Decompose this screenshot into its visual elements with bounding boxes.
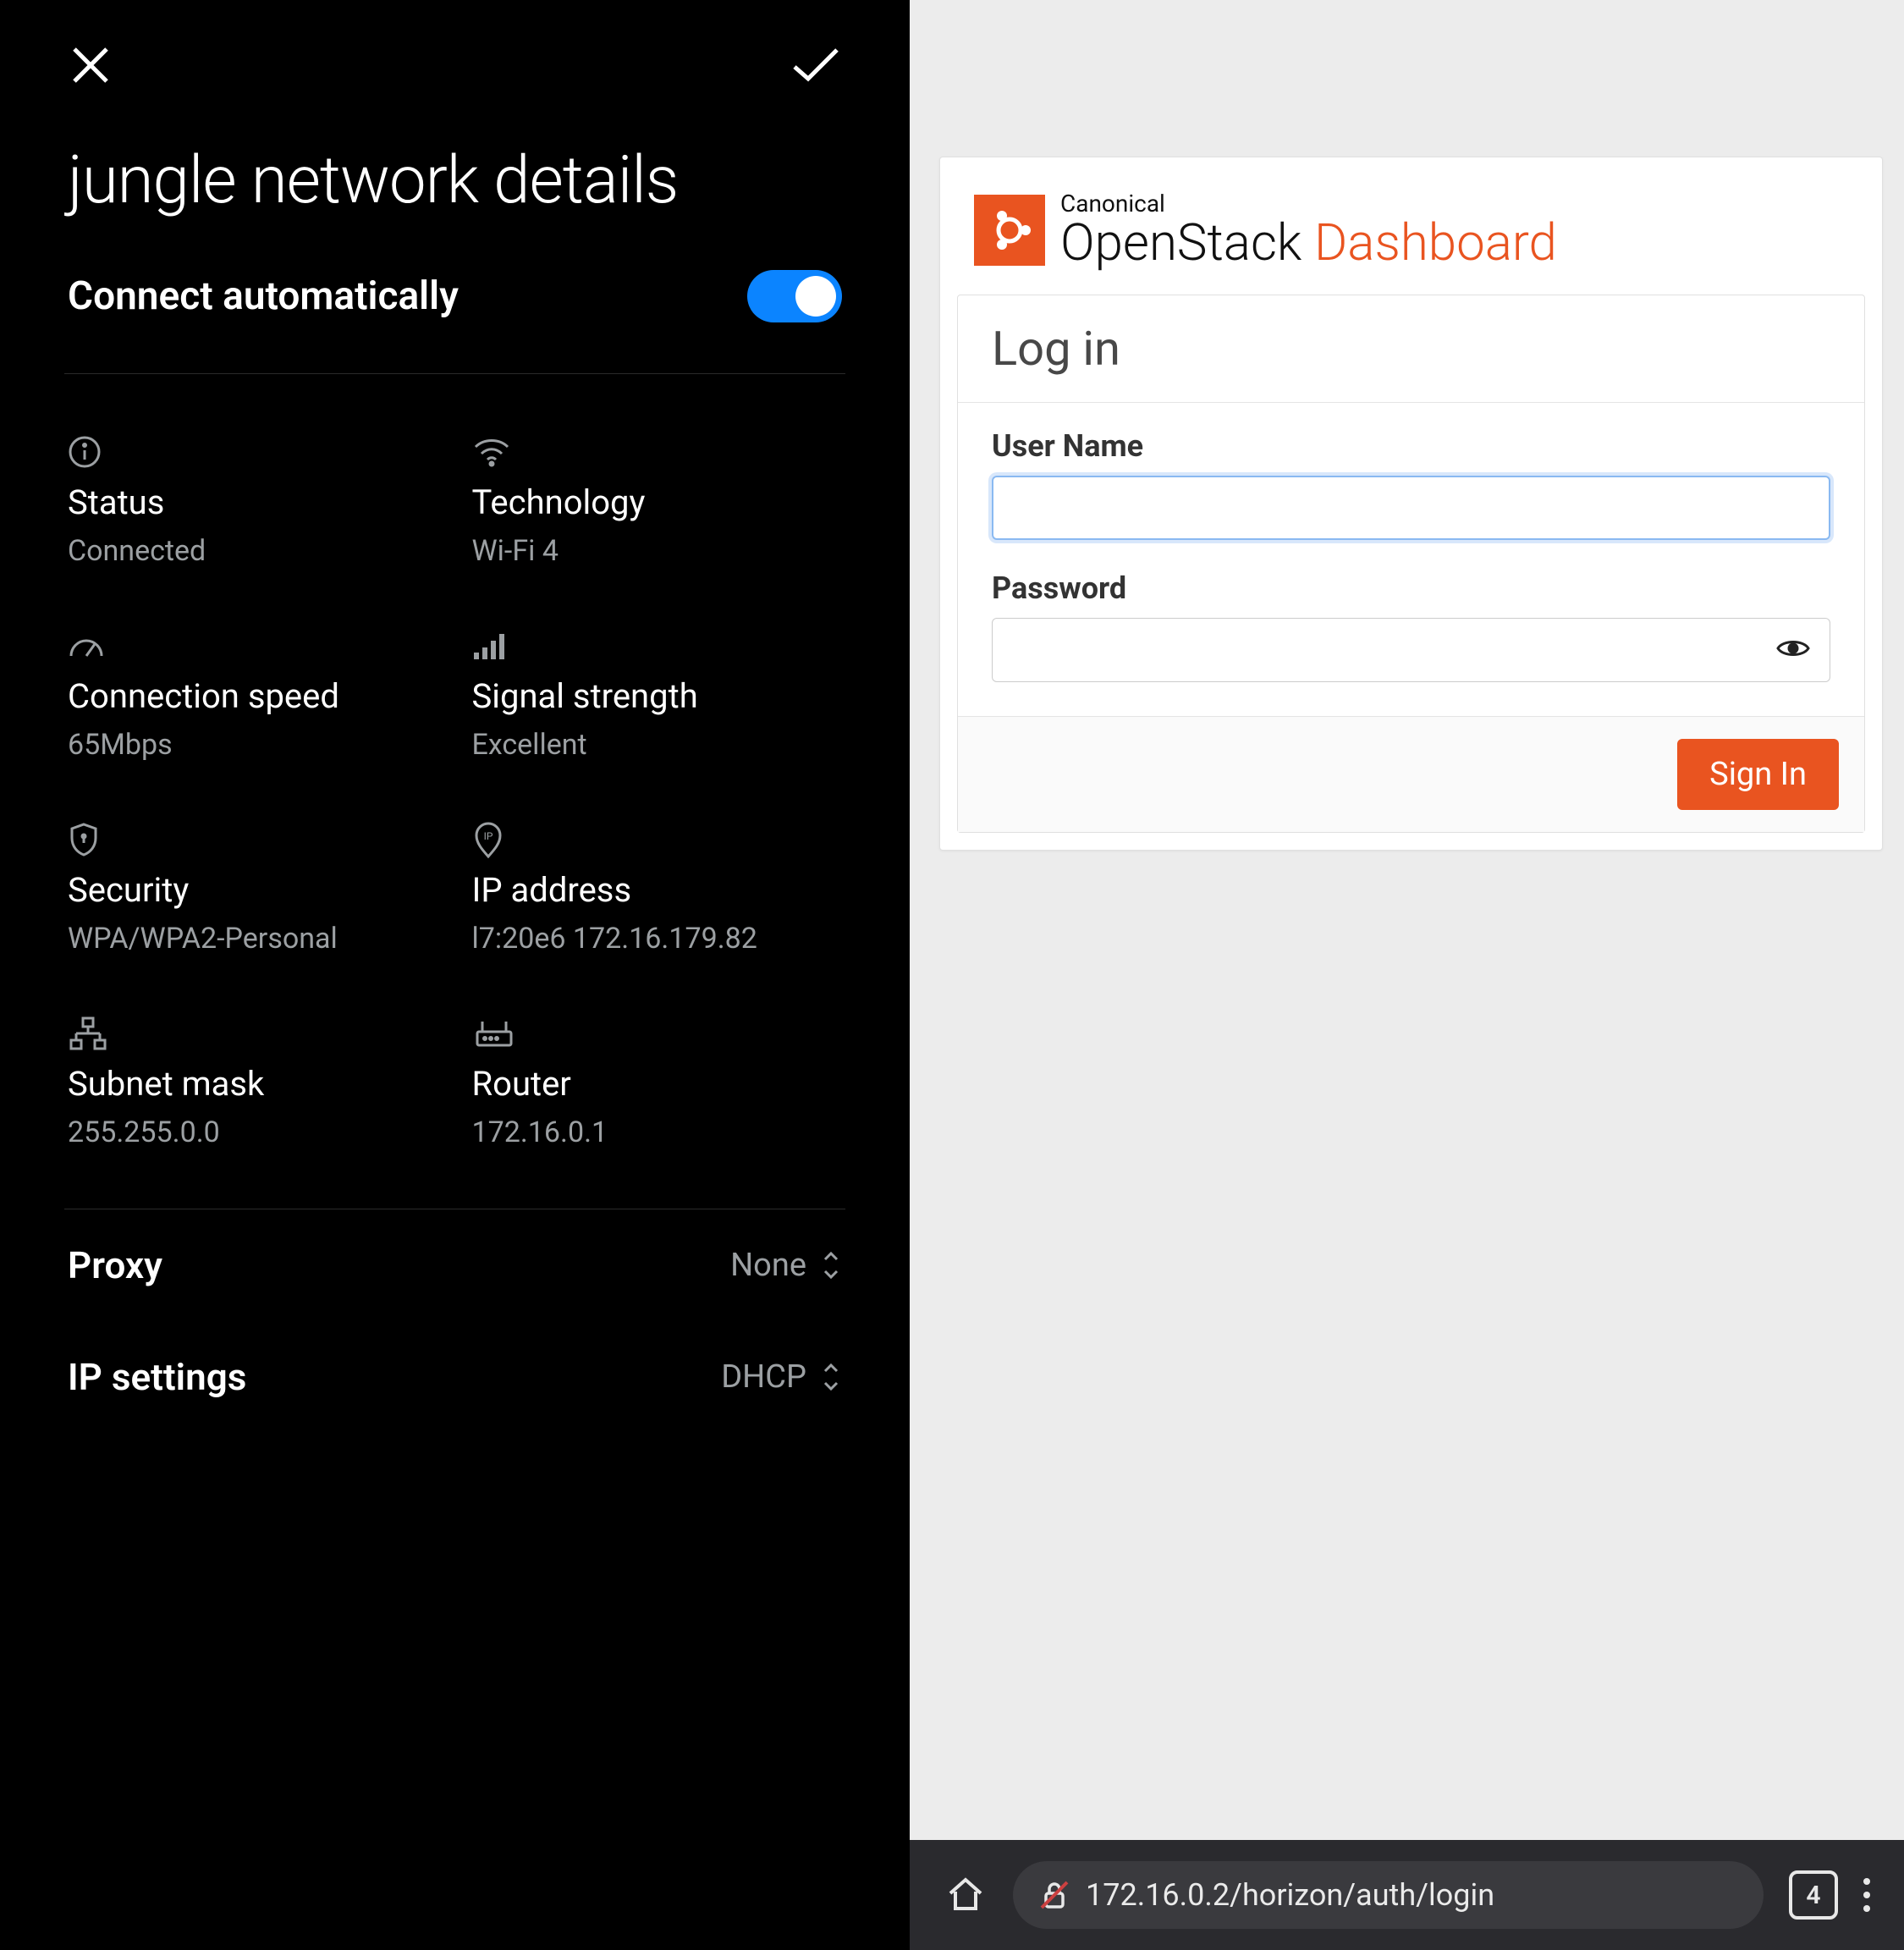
stat-technology: Technology Wi-Fi 4	[472, 433, 843, 568]
home-button[interactable]	[944, 1871, 988, 1919]
ip-settings-value: DHCP	[721, 1358, 806, 1396]
stat-label: Connection speed	[68, 676, 438, 716]
stat-value: Excellent	[472, 728, 843, 762]
login-title: Log in	[958, 295, 1864, 403]
stat-value: Wi-Fi 4	[472, 534, 843, 568]
stat-label: Technology	[472, 482, 843, 522]
address-bar[interactable]: 172.16.0.2/horizon/auth/login	[1013, 1861, 1764, 1929]
dots-icon	[1863, 1905, 1870, 1912]
svg-text:IP: IP	[483, 830, 493, 842]
home-icon	[944, 1871, 988, 1915]
top-spacer	[910, 0, 1904, 157]
ip-pin-icon: IP	[472, 821, 843, 858]
close-icon	[68, 42, 113, 88]
stat-label: Security	[68, 870, 438, 910]
browser-pane: Canonical OpenStack Dashboard Log in Use…	[910, 0, 1904, 1950]
confirm-button[interactable]	[790, 45, 842, 89]
check-icon	[790, 45, 842, 85]
eye-icon	[1776, 636, 1810, 660]
wifi-icon	[472, 433, 843, 471]
show-password-button[interactable]	[1776, 636, 1810, 664]
login-footer: Sign In	[958, 716, 1864, 832]
stat-value: l7:20e6 172.16.179.82	[472, 922, 843, 956]
connect-auto-toggle[interactable]	[747, 270, 842, 322]
proxy-value: None	[730, 1247, 806, 1284]
stat-status: Status Connected	[68, 433, 438, 568]
expand-icon	[820, 1361, 842, 1393]
stat-value: 172.16.0.1	[472, 1115, 843, 1149]
speedometer-icon	[68, 627, 438, 664]
dots-icon	[1863, 1878, 1870, 1885]
ip-settings-row[interactable]: IP settings DHCP	[68, 1321, 842, 1433]
login-body: Log in User Name Password Sign I	[957, 295, 1865, 833]
stat-value: 255.255.0.0	[68, 1115, 438, 1149]
stat-signal: Signal strength Excellent	[472, 627, 843, 762]
ip-settings-value-picker[interactable]: DHCP	[721, 1358, 842, 1396]
expand-icon	[820, 1249, 842, 1281]
toggle-knob	[795, 276, 836, 317]
stat-subnet: Subnet mask 255.255.0.0	[68, 1015, 438, 1149]
brand-text: Canonical OpenStack Dashboard	[1060, 191, 1557, 269]
proxy-label: Proxy	[68, 1243, 162, 1287]
stat-label: Signal strength	[472, 676, 843, 716]
password-field-wrap	[992, 618, 1830, 682]
router-icon	[472, 1015, 843, 1052]
signin-button[interactable]: Sign In	[1677, 739, 1839, 810]
brand-row: Canonical OpenStack Dashboard	[940, 157, 1882, 295]
connect-auto-row[interactable]: Connect automatically	[68, 270, 842, 322]
ubuntu-logo-icon	[985, 206, 1034, 255]
username-field-wrap	[992, 476, 1830, 540]
ubuntu-logo	[974, 195, 1045, 266]
menu-button[interactable]	[1863, 1878, 1870, 1912]
stat-value: 65Mbps	[68, 728, 438, 762]
stat-ip: IP IP address l7:20e6 172.16.179.82	[472, 821, 843, 956]
stat-speed: Connection speed 65Mbps	[68, 627, 438, 762]
username-label: User Name	[992, 428, 1830, 464]
ip-settings-label: IP settings	[68, 1355, 246, 1399]
openstack-login-card: Canonical OpenStack Dashboard Log in Use…	[939, 157, 1883, 851]
stat-label: Subnet mask	[68, 1064, 438, 1104]
stat-label: Status	[68, 482, 438, 522]
stats-grid: Status Connected Technology Wi-Fi 4 Conn…	[68, 374, 842, 1209]
stat-value: Connected	[68, 534, 438, 568]
top-action-bar	[68, 42, 842, 91]
brand-main-1: OpenStack	[1060, 212, 1314, 273]
insecure-lock-icon	[1038, 1879, 1070, 1911]
brand-main-2: Dashboard	[1314, 212, 1557, 273]
password-label: Password	[992, 570, 1830, 606]
page-title: jungle network details	[68, 142, 842, 219]
tabs-button[interactable]: 4	[1789, 1870, 1838, 1920]
login-fields: User Name Password	[958, 403, 1864, 716]
tab-count-value: 4	[1806, 1881, 1820, 1910]
stat-security: Security WPA/WPA2-Personal	[68, 821, 438, 956]
stat-value: WPA/WPA2-Personal	[68, 922, 438, 956]
stat-label: Router	[472, 1064, 843, 1104]
brand-main: OpenStack Dashboard	[1060, 216, 1557, 269]
shield-icon	[68, 821, 438, 858]
dots-icon	[1863, 1892, 1870, 1898]
close-button[interactable]	[68, 42, 113, 91]
url-text: 172.16.0.2/horizon/auth/login	[1086, 1877, 1494, 1913]
signal-bars-icon	[472, 627, 843, 664]
network-tree-icon	[68, 1015, 438, 1052]
proxy-value-picker[interactable]: None	[730, 1247, 842, 1284]
info-icon	[68, 433, 438, 471]
page-viewport: Canonical OpenStack Dashboard Log in Use…	[910, 0, 1904, 1840]
wifi-details-panel: jungle network details Connect automatic…	[0, 0, 910, 1950]
stat-label: IP address	[472, 870, 843, 910]
username-input[interactable]	[992, 476, 1830, 540]
proxy-row[interactable]: Proxy None	[68, 1209, 842, 1321]
password-input[interactable]	[992, 618, 1830, 682]
browser-bottom-bar: 172.16.0.2/horizon/auth/login 4	[910, 1840, 1904, 1950]
stat-router: Router 172.16.0.1	[472, 1015, 843, 1149]
connect-auto-label: Connect automatically	[68, 273, 459, 319]
